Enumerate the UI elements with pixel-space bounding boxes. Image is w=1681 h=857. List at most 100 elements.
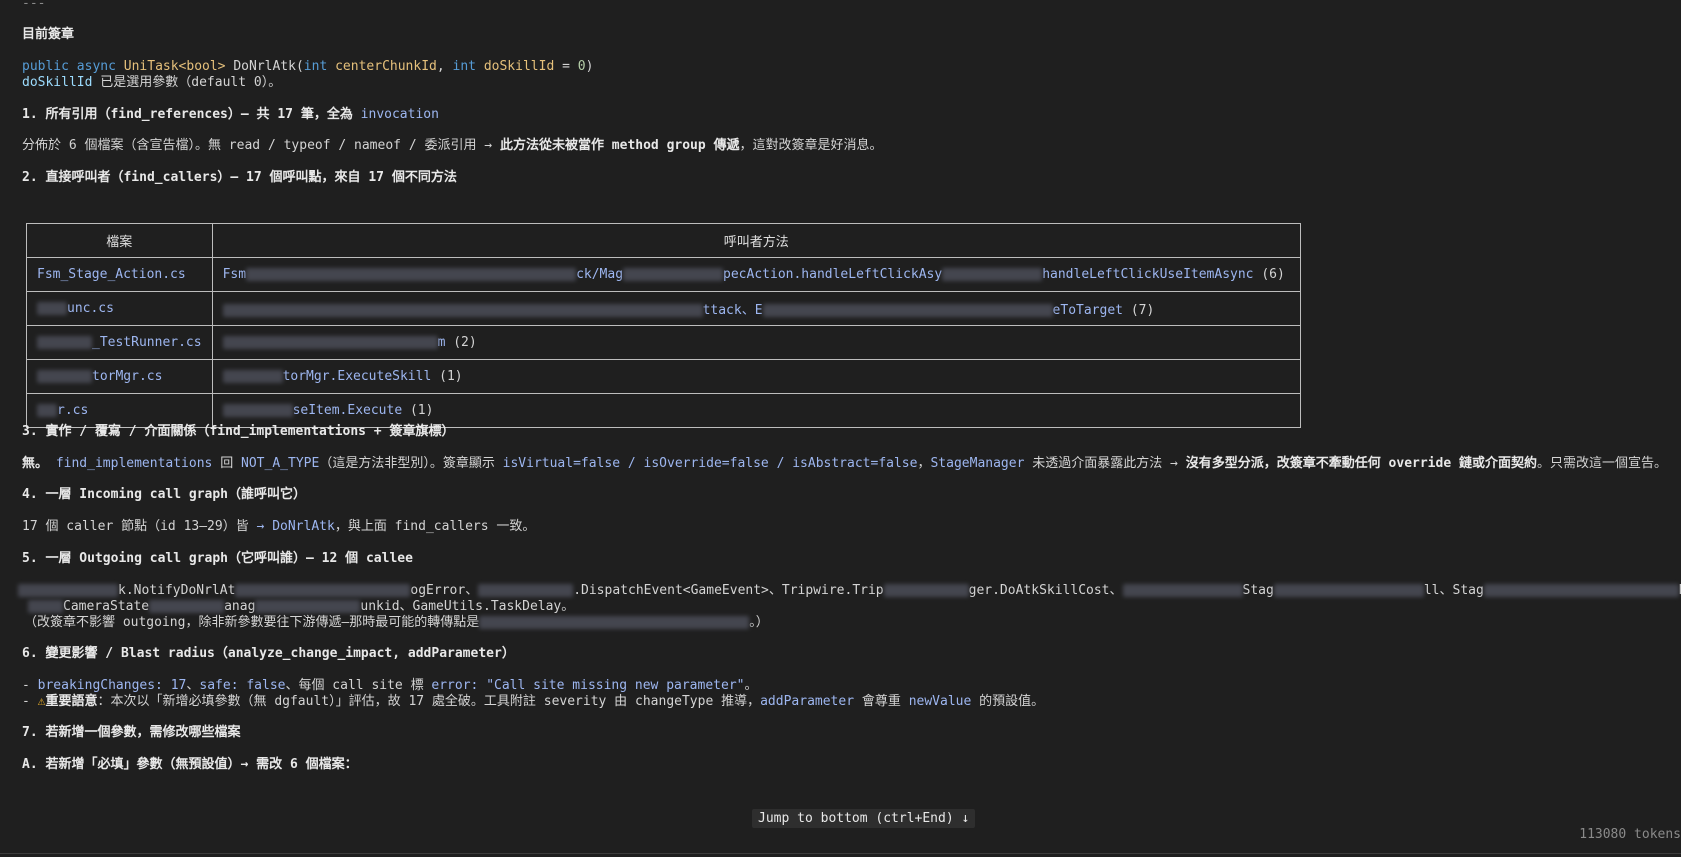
method-text: pecAction.handleLeftClickAsy <box>723 267 943 282</box>
body-text: 會尊重 <box>854 694 909 709</box>
callee-text: 、 <box>1109 583 1123 598</box>
table-row: unc.cs ttack、E eToTarget (7) <box>26 291 1302 326</box>
code-type: int <box>452 59 476 74</box>
token-count: 113080 tokens <box>1579 827 1681 842</box>
code-close: ) <box>585 59 594 74</box>
callee-text: unkid <box>360 599 400 614</box>
inline-code: NOT_A_TYPE <box>241 456 320 471</box>
method-text: handleLeftClickUseItemAsync <box>1042 267 1254 282</box>
code-param: centerChunkId <box>327 59 437 74</box>
chat-transcript: --- 目前簽章 public async UniTask<bool> DoNr… <box>0 0 1681 857</box>
code-keyword: public <box>22 59 69 74</box>
redacted-block <box>479 616 750 629</box>
redacted-block <box>942 268 1043 281</box>
callee-text: Stag <box>1242 583 1274 598</box>
body-text: 回 <box>212 456 242 471</box>
code-type: int <box>303 59 328 74</box>
redacted-block <box>222 304 703 317</box>
body-text: 17 個 caller 節點（id 13–29）皆 <box>22 519 257 534</box>
code-eq: = <box>554 59 578 74</box>
method-cell: ttack、E eToTarget (7) <box>211 291 1302 326</box>
note-text: （改簽章不影響 outgoing，除非新參數要往下游傳遞—那時最可能的轉傳點是 <box>24 615 480 630</box>
redacted-block <box>255 600 361 613</box>
file-cell: torMgr.cs <box>26 359 213 394</box>
callee-text: .DispatchEvent<GameEvent> <box>573 583 769 598</box>
body-bold: 無。 <box>22 456 56 471</box>
body-text: 的預設值。 <box>971 694 1045 709</box>
callee-line-2: CameraState anag unkid、GameUtils.TaskDelay… <box>28 598 574 615</box>
redacted-block <box>1483 584 1679 597</box>
code-param: doSkillId <box>476 59 555 74</box>
body-text: 、 <box>186 678 200 693</box>
file-name: Fsm_Stage_Action.cs <box>37 267 186 282</box>
callee-text: 、GameUtils.TaskDelay <box>399 599 562 614</box>
body-text: ， <box>917 456 931 471</box>
redacted-block <box>37 404 57 417</box>
file-cell: unc.cs <box>26 291 213 326</box>
call-count: (2) <box>445 335 477 350</box>
file-name: unc.cs <box>67 301 114 316</box>
inline-code: isVirtual=false / isOverride=false / isA… <box>502 456 918 471</box>
callers-table: 檔案 呼叫者方法 Fsm_Stage_Action.cs Fsm ck/Mag pe… <box>26 223 1302 428</box>
bullet: - <box>22 678 38 693</box>
section-5-heading: 5. 一層 Outgoing call graph（它呼叫誰）— 12 個 ca… <box>22 551 413 566</box>
body-text: 、每個 call site 標 <box>285 678 432 693</box>
inline-code: error: "Call site missing new parameter" <box>431 678 745 693</box>
note-text: 已是選用參數（default 0）。 <box>92 75 282 90</box>
bullet: - <box>22 694 38 709</box>
callee-text: CameraState <box>63 599 150 614</box>
redacted-block <box>1273 584 1424 597</box>
divider <box>0 853 1681 854</box>
body-text: （這是方法非型別）。簽章顯示 <box>319 456 503 471</box>
method-cell: m (2) <box>211 325 1302 360</box>
redacted-block <box>1122 584 1243 597</box>
redacted-block <box>762 304 1053 317</box>
note-text: 。） <box>749 615 769 630</box>
file-cell: _TestRunner.cs <box>26 325 213 360</box>
column-header-file: 檔案 <box>26 223 213 258</box>
section-4-heading: 4. 一層 Incoming call graph（誰呼叫它） <box>22 487 307 502</box>
inline-code: → DoNrlAtk <box>256 519 335 534</box>
code-type: UniTask<bool> <box>123 59 226 74</box>
body-text: 分佈於 6 個檔案（含宣告檔）。無 read / typeof / nameof… <box>22 138 500 153</box>
redacted-block <box>149 600 225 613</box>
redacted-block <box>18 584 118 597</box>
inline-code: StageManager <box>930 456 1025 471</box>
inline-code: doSkillId <box>22 75 93 90</box>
callee-text: ger.DoAtkSkillCost <box>968 583 1110 598</box>
jump-to-bottom-button[interactable]: Jump to bottom (ctrl+End) ↓ <box>752 809 976 828</box>
callee-text: ll、Stag <box>1423 583 1484 598</box>
table-header-row: 檔案 呼叫者方法 <box>26 223 1302 258</box>
redacted-block <box>28 600 63 613</box>
callee-note: （改簽章不影響 outgoing，除非新參數要往下游傳遞—那時最可能的轉傳點是 。… <box>24 614 769 631</box>
impact-line-1: - breakingChanges: 17、safe: false、每個 cal… <box>22 677 758 694</box>
callee-text: anag <box>224 599 256 614</box>
inline-code: newValue <box>908 694 972 709</box>
section-3-heading: 3. 實作 / 覆寫 / 介面關係（find_implementations +… <box>22 424 455 439</box>
section-1-heading: 1. 所有引用（find_references）— 共 17 筆，全為 invo… <box>22 106 439 123</box>
callee-text: 。 <box>561 599 575 614</box>
signature-note: doSkillId 已是選用參數（default 0）。 <box>22 74 281 91</box>
call-count: (6) <box>1253 267 1285 282</box>
callee-text: ogError、 <box>410 583 479 598</box>
redacted-block <box>623 268 724 281</box>
body-text: 未透過介面暴露此方法 → <box>1024 456 1186 471</box>
redacted-block <box>37 336 92 349</box>
file-name: r.cs <box>57 403 89 418</box>
body-bold: 重要語意 <box>45 694 98 709</box>
method-text: ck/Mag <box>576 267 624 282</box>
redacted-block <box>222 370 283 383</box>
redacted-block <box>222 404 293 417</box>
table-row: _TestRunner.cs m (2) <box>26 325 1302 360</box>
inline-code: invocation <box>360 107 439 122</box>
inline-code: addParameter <box>760 694 855 709</box>
signature-code: public async UniTask<bool> DoNrlAtk(int … <box>22 58 593 75</box>
call-count: (1) <box>431 369 463 384</box>
section-6-heading: 6. 變更影響 / Blast radius（analyze_change_im… <box>22 646 515 661</box>
body-text: 。 <box>744 678 758 693</box>
redacted-block <box>246 268 577 281</box>
table-row: Fsm_Stage_Action.cs Fsm ck/Mag pecAction.h… <box>26 257 1302 292</box>
redacted-block <box>883 584 969 597</box>
method-text: eToTarget <box>1052 303 1123 318</box>
code-sep: , <box>436 59 453 74</box>
